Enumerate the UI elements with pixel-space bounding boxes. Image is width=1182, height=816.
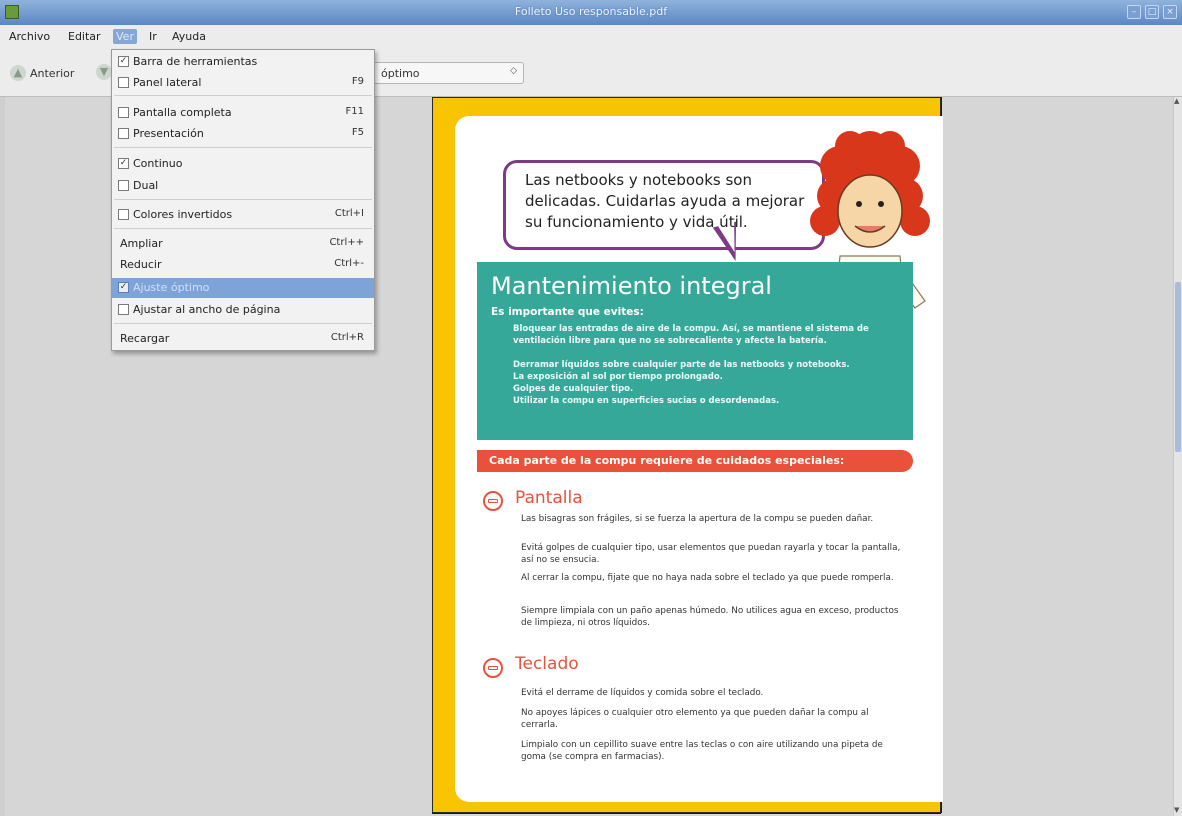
scrollbar-thumb[interactable]	[1175, 282, 1181, 452]
maintenance-bullet: La exposición al sol por tiempo prolonga…	[513, 372, 723, 382]
checkbox-icon	[118, 209, 129, 220]
maintenance-bullet: Derramar líquidos sobre cualquier parte …	[513, 360, 850, 370]
arrow-down-icon[interactable]: ▼	[96, 64, 112, 80]
keyboard-icon	[483, 658, 503, 678]
maintenance-title: Mantenimiento integral	[491, 272, 772, 300]
checkbox-icon: ✓	[118, 56, 129, 67]
menu-item-best-fit[interactable]: ✓ Ajuste óptimo	[112, 278, 374, 298]
teclado-paragraph: Evitá el derrame de líquidos y comida so…	[521, 688, 764, 698]
menu-ayuda[interactable]: Ayuda	[169, 29, 209, 44]
checkbox-icon	[118, 180, 129, 191]
menu-editar[interactable]: Editar	[65, 29, 104, 44]
view-menu: ✓ Barra de herramientas Panel lateral F9…	[111, 49, 375, 351]
pantalla-title: Pantalla	[515, 488, 583, 508]
menu-item-fullscreen[interactable]: Pantalla completa F11	[112, 103, 374, 123]
menu-item-side-panel[interactable]: Panel lateral F9	[112, 73, 374, 93]
pantalla-paragraph: Evitá golpes de cualquier tipo, usar ele…	[521, 543, 901, 565]
page-inner: Las netbooks y notebooks son delicadas. …	[455, 116, 943, 802]
menu-ir[interactable]: Ir	[146, 29, 160, 44]
spinner-icon: ◇	[510, 66, 517, 76]
checkbox-icon	[118, 304, 129, 315]
menu-ver[interactable]: Ver	[113, 29, 137, 44]
teclado-paragraph: No apoyes lápices o cualquier otro eleme…	[521, 708, 869, 730]
previous-page-button[interactable]: ▲ Anterior	[10, 63, 74, 83]
checkbox-icon	[118, 77, 129, 88]
teclado-title: Teclado	[515, 654, 579, 674]
pantalla-paragraph: Al cerrar la compu, fijate que no haya n…	[521, 573, 894, 583]
window-title: Folleto Uso responsable.pdf	[514, 5, 668, 18]
menu-separator	[114, 95, 372, 96]
maintenance-bullet: Bloquear las entradas de aire de la comp…	[513, 324, 869, 346]
menu-archivo[interactable]: Archivo	[6, 29, 53, 44]
menu-item-presentation[interactable]: Presentación F5	[112, 124, 374, 144]
arrow-up-icon: ▲	[10, 65, 26, 81]
checkbox-icon: ✓	[118, 282, 129, 293]
pdf-page: Las netbooks y notebooks son delicadas. …	[432, 97, 943, 813]
menu-bar: Archivo Editar Ver Ir Ayuda	[0, 25, 1182, 50]
left-edge	[0, 97, 5, 816]
pantalla-paragraph: Las bisagras son frágiles, si se fuerza …	[521, 514, 874, 524]
previous-label: Anterior	[30, 66, 75, 80]
menu-item-toolbar[interactable]: ✓ Barra de herramientas	[112, 52, 374, 72]
title-bar: Folleto Uso responsable.pdf – □ ×	[0, 0, 1182, 25]
maintenance-bullet: Utilizar la compu en superficies sucias …	[513, 396, 780, 406]
zoom-value: óptimo	[381, 67, 420, 80]
checkbox-icon	[118, 128, 129, 139]
maintenance-panel: Mantenimiento integral Es importante que…	[477, 262, 913, 440]
menu-item-continuous[interactable]: ✓ Continuo	[112, 154, 374, 174]
maintenance-subtitle: Es importante que evites:	[491, 306, 644, 318]
close-icon[interactable]: ×	[1163, 5, 1177, 19]
menu-separator	[114, 228, 372, 229]
teclado-paragraph: Limpialo con un cepillito suave entre la…	[521, 740, 883, 762]
zoom-select[interactable]: óptimo ◇	[372, 62, 524, 84]
checkbox-icon: ✓	[118, 158, 129, 169]
bubble-text: Las netbooks y notebooks son delicadas. …	[525, 171, 805, 231]
menu-item-reload[interactable]: Recargar Ctrl+R	[112, 329, 374, 349]
maintenance-bullet: Golpes de cualquier tipo.	[513, 384, 634, 394]
section-banner-text: Cada parte de la compu requiere de cuida…	[489, 454, 845, 467]
menu-item-zoom-out[interactable]: Reducir Ctrl+-	[112, 255, 374, 275]
checkbox-icon	[118, 107, 129, 118]
screen-icon	[483, 491, 503, 511]
menu-separator	[114, 199, 372, 200]
maximize-icon[interactable]: □	[1145, 5, 1159, 19]
vertical-scrollbar[interactable]: ▲ ▼	[1173, 97, 1182, 816]
minimize-icon[interactable]: –	[1127, 5, 1141, 19]
menu-separator	[114, 147, 372, 148]
menu-item-fit-width[interactable]: Ajustar al ancho de página	[112, 300, 374, 320]
menu-item-inverted-colors[interactable]: Colores invertidos Ctrl+I	[112, 205, 374, 225]
section-banner: Cada parte de la compu requiere de cuida…	[477, 450, 913, 472]
scroll-down-icon[interactable]: ▼	[1174, 806, 1179, 814]
menu-item-zoom-in[interactable]: Ampliar Ctrl++	[112, 234, 374, 254]
scroll-up-icon[interactable]: ▲	[1174, 97, 1179, 105]
menu-separator	[114, 323, 372, 324]
menu-item-dual[interactable]: Dual	[112, 176, 374, 196]
pantalla-paragraph: Siempre limpiala con un paño apenas húme…	[521, 606, 899, 628]
